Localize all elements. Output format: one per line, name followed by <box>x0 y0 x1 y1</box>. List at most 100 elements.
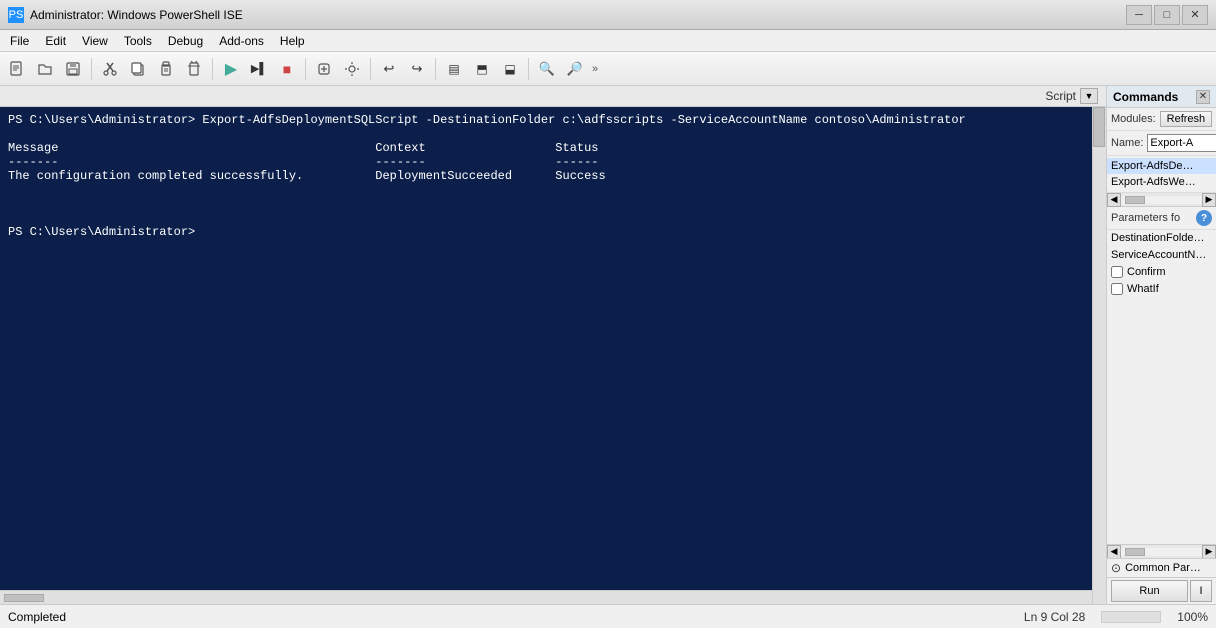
hscroll-track[interactable] <box>4 594 1088 602</box>
console-text: PS C:\Users\Administrator> Export-AdfsDe… <box>8 113 1084 239</box>
whatif-checkbox[interactable] <box>1111 283 1123 295</box>
confirm-label[interactable]: Confirm <box>1127 266 1166 278</box>
help-button[interactable]: ? <box>1196 210 1212 226</box>
list-scroll-right[interactable]: ▶ <box>1202 193 1216 207</box>
confirm-row: Confirm <box>1107 264 1216 281</box>
menu-tools[interactable]: Tools <box>116 32 160 50</box>
separator-4 <box>370 58 371 80</box>
scrollbar-corner <box>1092 590 1106 604</box>
status-text: Completed <box>8 610 66 624</box>
list-scrollbar-row: ◀ ▶ <box>1107 193 1216 207</box>
cmd-scroll-track[interactable] <box>1121 548 1202 556</box>
script-bar: Script ▼ <box>0 86 1106 107</box>
separator-6 <box>528 58 529 80</box>
run-script-toolbar-btn[interactable]: ▶ <box>218 56 244 82</box>
whatif-label[interactable]: WhatIf <box>1127 283 1159 295</box>
list-scroll-thumb[interactable] <box>1125 196 1145 204</box>
run-selection-btn[interactable]: ▶▌ <box>246 56 272 82</box>
status-bar: Completed Ln 9 Col 28 100% <box>0 604 1216 628</box>
split-top-btn[interactable]: ⬒ <box>469 56 495 82</box>
cmd-scroll-right[interactable]: ▶ <box>1202 545 1216 559</box>
modules-label: Modules: <box>1111 113 1156 125</box>
vertical-thumb[interactable] <box>1093 107 1105 147</box>
zoom-in-btn[interactable]: 🔎 <box>562 56 588 82</box>
list-item[interactable]: Export-AdfsWe… <box>1107 174 1216 190</box>
menu-debug[interactable]: Debug <box>160 32 211 50</box>
name-input[interactable] <box>1147 134 1216 152</box>
close-button[interactable]: ✕ <box>1182 5 1208 25</box>
zoom-out-btn[interactable]: 🔍 <box>534 56 560 82</box>
menu-edit[interactable]: Edit <box>37 32 74 50</box>
run-extra-btn[interactable]: I <box>1190 580 1212 602</box>
param-service-account[interactable]: ServiceAccountN… <box>1107 247 1216 264</box>
params-label: Parameters fo <box>1111 212 1194 224</box>
commands-list: Export-AdfsDe… Export-AdfsWe… <box>1107 156 1216 193</box>
console-scrollbar-horizontal[interactable] <box>0 590 1092 604</box>
copy-btn[interactable] <box>125 56 151 82</box>
cmd-scroll-thumb[interactable] <box>1125 548 1145 556</box>
maximize-button[interactable]: □ <box>1154 5 1180 25</box>
minimize-button[interactable]: ─ <box>1126 5 1152 25</box>
param-destination-folder[interactable]: DestinationFolde… <box>1107 230 1216 247</box>
commands-hscroll: ◀ ▶ <box>1107 544 1216 558</box>
main-area: Script ▼ PS C:\Users\Administrator> Expo… <box>0 86 1216 604</box>
stop-btn[interactable]: ■ <box>274 56 300 82</box>
commands-panel: Commands ✕ Modules: Refresh Name: Export… <box>1106 86 1216 604</box>
menu-help[interactable]: Help <box>272 32 313 50</box>
name-label: Name: <box>1111 137 1143 149</box>
cmd-scroll-left[interactable]: ◀ <box>1107 545 1121 559</box>
run-row: Run I <box>1107 577 1216 604</box>
console-row: PS C:\Users\Administrator> Export-AdfsDe… <box>0 107 1106 590</box>
scroll-indicator <box>1101 611 1161 623</box>
separator-2 <box>212 58 213 80</box>
menu-addons[interactable]: Add-ons <box>211 32 272 50</box>
list-scroll-track[interactable] <box>1121 196 1202 204</box>
undo-btn[interactable]: ↩ <box>376 56 402 82</box>
commands-close-btn[interactable]: ✕ <box>1196 90 1210 104</box>
name-row: Name: <box>1107 131 1216 156</box>
cut-btn[interactable] <box>97 56 123 82</box>
settings-btn[interactable] <box>339 56 365 82</box>
refresh-button[interactable]: Refresh <box>1160 111 1213 127</box>
console-scrollbar-vertical[interactable] <box>1092 107 1106 590</box>
script-label: Script <box>1045 89 1076 103</box>
split-right-btn[interactable]: ⬓ <box>497 56 523 82</box>
hscroll-thumb[interactable] <box>4 594 44 602</box>
separator-3 <box>305 58 306 80</box>
console-container: Script ▼ PS C:\Users\Administrator> Expo… <box>0 86 1106 604</box>
menu-view[interactable]: View <box>74 32 116 50</box>
paste-btn[interactable] <box>153 56 179 82</box>
status-position: Ln 9 Col 28 <box>1024 610 1085 624</box>
run-button[interactable]: Run <box>1111 580 1188 602</box>
window-controls: ─ □ ✕ <box>1126 5 1208 25</box>
menu-file[interactable]: File <box>2 32 37 50</box>
script-dropdown-btn[interactable]: ▼ <box>1080 88 1098 104</box>
separator-1 <box>91 58 92 80</box>
redo-btn[interactable]: ↪ <box>404 56 430 82</box>
open-file-btn[interactable] <box>32 56 58 82</box>
console-hscroll-row <box>0 590 1106 604</box>
params-header-row: Parameters fo ? <box>1107 207 1216 230</box>
app-icon: PS <box>8 7 24 23</box>
debug-toggle-btn[interactable] <box>311 56 337 82</box>
common-params-icon: ⊙ <box>1111 561 1121 575</box>
status-zoom: 100% <box>1177 610 1208 624</box>
modules-row: Modules: Refresh <box>1107 108 1216 131</box>
clear-btn[interactable] <box>181 56 207 82</box>
common-params-row[interactable]: ⊙ Common Par… <box>1107 558 1216 577</box>
whatif-row: WhatIf <box>1107 281 1216 298</box>
show-script-pane-btn[interactable]: ▤ <box>441 56 467 82</box>
commands-header: Commands ✕ <box>1107 86 1216 108</box>
status-right: Ln 9 Col 28 100% <box>1024 610 1208 624</box>
save-btn[interactable] <box>60 56 86 82</box>
console-output[interactable]: PS C:\Users\Administrator> Export-AdfsDe… <box>0 107 1092 590</box>
separator-5 <box>435 58 436 80</box>
list-item[interactable]: Export-AdfsDe… <box>1107 158 1216 174</box>
new-file-btn[interactable] <box>4 56 30 82</box>
list-scroll-left[interactable]: ◀ <box>1107 193 1121 207</box>
commands-title: Commands <box>1113 90 1178 104</box>
window-title: Administrator: Windows PowerShell ISE <box>30 8 1126 22</box>
title-bar: PS Administrator: Windows PowerShell ISE… <box>0 0 1216 30</box>
toolbar-end: » <box>592 63 598 75</box>
confirm-checkbox[interactable] <box>1111 266 1123 278</box>
